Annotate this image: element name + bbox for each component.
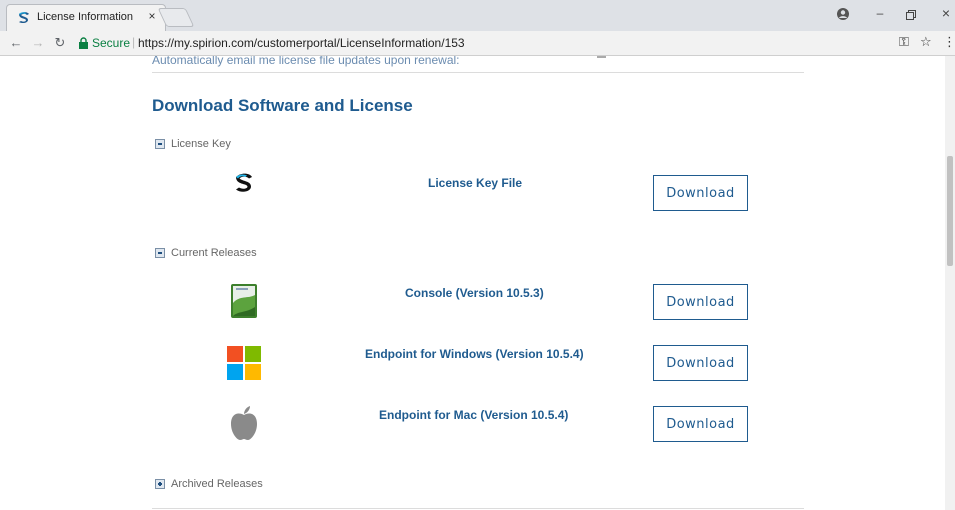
restore-icon[interactable] [906, 10, 916, 20]
expand-icon[interactable] [155, 479, 165, 489]
vertical-scrollbar[interactable] [945, 56, 955, 510]
back-arrow-icon[interactable]: ← [8, 35, 24, 50]
group-header-license-key[interactable]: License Key [155, 138, 231, 150]
secure-label: Secure [92, 36, 131, 50]
close-tab-icon[interactable]: × [145, 9, 159, 23]
section-title: Download Software and License [152, 96, 413, 115]
download-mac-button[interactable]: Download [653, 406, 748, 442]
divider [152, 508, 804, 509]
lock-icon [79, 37, 88, 49]
spirion-logo-icon [236, 173, 252, 192]
download-windows-button[interactable]: Download [653, 345, 748, 381]
tab-title: License Information [37, 11, 133, 23]
menu-dots-icon[interactable]: ⋮ [943, 34, 955, 50]
collapse-icon[interactable] [155, 139, 165, 149]
page-content: Automatically email me license file upda… [0, 56, 955, 510]
email-renewal-label: Automatically email me license file upda… [152, 56, 460, 67]
close-window-icon[interactable]: × [936, 5, 955, 21]
endpoint-mac-link[interactable]: Endpoint for Mac (Version 10.5.4) [379, 408, 568, 422]
address-bar[interactable]: Secure | https://my.spirion.com/customer… [76, 33, 936, 54]
download-console-button[interactable]: Download [653, 284, 748, 320]
group-label: License Key [171, 138, 231, 150]
group-label: Current Releases [171, 247, 257, 259]
group-header-archived-releases[interactable]: Archived Releases [155, 478, 263, 490]
reload-icon[interactable]: ↻ [52, 35, 68, 51]
browser-toolbar: ← → ↻ Secure | https://my.spirion.com/cu… [0, 31, 955, 56]
scrollbar-thumb[interactable] [947, 156, 953, 266]
email-renewal-checkbox[interactable] [597, 56, 606, 58]
console-link[interactable]: Console (Version 10.5.3) [405, 286, 544, 300]
group-label: Archived Releases [171, 478, 263, 490]
spirion-favicon-icon [19, 12, 29, 24]
browser-tab[interactable]: License Information × [6, 4, 166, 31]
divider [152, 72, 804, 73]
license-key-file-link[interactable]: License Key File [428, 176, 522, 190]
collapse-icon[interactable] [155, 248, 165, 258]
star-icon[interactable]: ☆ [920, 34, 932, 50]
forward-arrow-icon[interactable]: → [30, 35, 46, 50]
profile-icon[interactable] [836, 7, 850, 21]
group-header-current-releases[interactable]: Current Releases [155, 247, 257, 259]
url-separator: | [132, 35, 136, 49]
apple-logo-icon [231, 406, 257, 440]
download-license-key-button[interactable]: Download [653, 175, 748, 211]
windows-logo-icon [227, 346, 261, 380]
endpoint-windows-link[interactable]: Endpoint for Windows (Version 10.5.4) [365, 347, 584, 361]
tab-strip: License Information × – × [0, 0, 955, 31]
console-app-icon [231, 284, 257, 318]
key-icon[interactable]: ⚿ [899, 34, 909, 50]
url-text[interactable]: https://my.spirion.com/customerportal/Li… [138, 36, 465, 50]
minimize-icon[interactable]: – [870, 6, 890, 20]
